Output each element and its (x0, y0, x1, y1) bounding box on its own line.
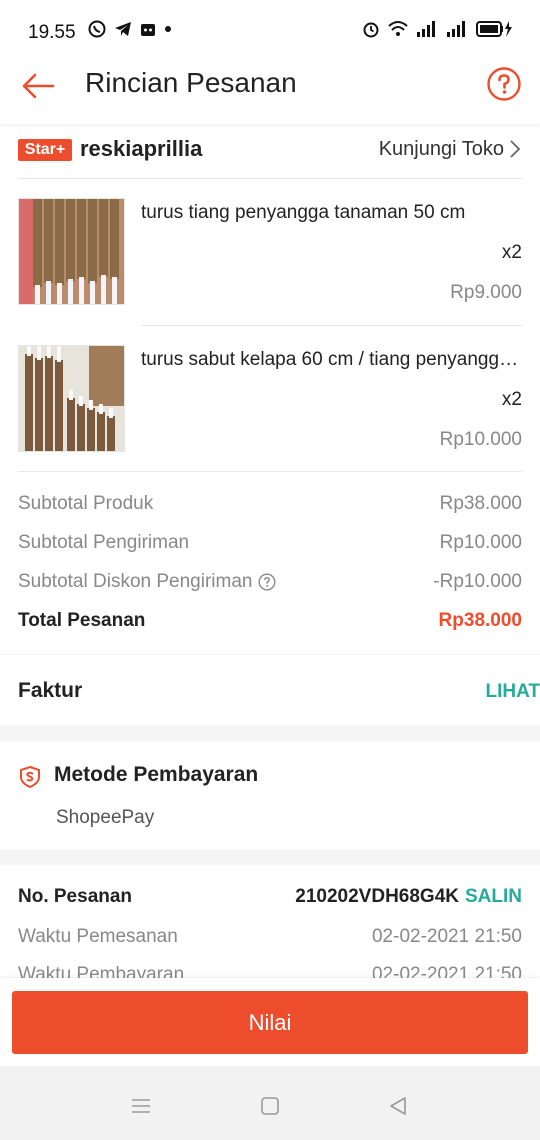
signal-icon (417, 21, 435, 37)
product-price: Rp9.000 (450, 282, 522, 303)
order-number-label: No. Pesanan (18, 886, 133, 907)
copy-order-number-button[interactable]: SALIN (465, 886, 522, 907)
page-title: Rincian Pesanan (85, 67, 297, 98)
order-number-value-wrap: 210202VDH68G4K SALIN (295, 886, 522, 908)
dot-icon (165, 26, 171, 32)
divider (141, 325, 522, 326)
signal-icon-2 (447, 21, 465, 37)
notification-icons (88, 20, 172, 38)
order-time-value: 02-02-2021 21:50 (371, 926, 522, 947)
order-time-row: Waktu Pemesanan 02-02-2021 21:50 (18, 926, 522, 952)
shop-name: reskiaprillia (80, 136, 203, 161)
subtotal-shipping-value: Rp10.000 (439, 532, 522, 553)
subtotal-shipping-row: Subtotal Pengiriman Rp10.000 (18, 532, 522, 558)
telegram-icon (115, 22, 131, 36)
product-quantity: x2 (501, 389, 522, 410)
order-number-value: 210202VDH68G4K (295, 886, 459, 907)
rate-button[interactable]: Nilai (12, 991, 528, 1054)
total-order-label: Total Pesanan (18, 610, 146, 631)
payment-time-label: Waktu Pembayaran (18, 964, 185, 978)
product-price: Rp10.000 (439, 429, 522, 450)
view-invoice-link[interactable]: LIHAT (485, 681, 540, 703)
info-question-icon[interactable] (258, 573, 276, 591)
shipping-discount-label: Subtotal Diskon Pengiriman (18, 571, 253, 592)
order-number-row: No. Pesanan 210202VDH68G4K SALIN (18, 886, 522, 912)
subtotal-product-label: Subtotal Produk (18, 493, 154, 514)
wifi-icon (388, 21, 408, 36)
subtotal-product-row: Subtotal Produk Rp38.000 (18, 493, 522, 519)
divider (18, 178, 522, 179)
product-name: turus sabut kelapa 60 cm / tiang penyang… (141, 349, 521, 370)
payment-time-value: 02-02-2021 21:50 (371, 964, 522, 978)
back-arrow-icon[interactable] (18, 66, 58, 106)
payment-method-value: ShopeePay (56, 807, 155, 828)
subtotal-shipping-label: Subtotal Pengiriman (18, 532, 190, 553)
payment-method-title: Metode Pembayaran (54, 763, 259, 786)
chevron-right-icon (510, 140, 521, 158)
bottom-action-bar: Nilai (0, 978, 540, 1066)
order-items-section: Star+ reskiaprillia Kunjungi Toko turus … (0, 124, 540, 654)
invoice-label: Faktur (18, 679, 83, 702)
shield-s-icon (20, 765, 40, 789)
product-image (18, 198, 125, 305)
visit-shop-link[interactable]: Kunjungi Toko (379, 138, 504, 161)
product-item[interactable]: turus tiang penyangga tanaman 50 cm x2 R… (18, 198, 522, 306)
alarm-icon (363, 22, 379, 38)
payment-method-section: Metode Pembayaran ShopeePay (0, 741, 540, 849)
status-time: 19.55 (28, 22, 76, 43)
home-square-icon[interactable] (259, 1095, 281, 1117)
order-time-label: Waktu Pemesanan (18, 926, 178, 947)
status-bar: 19.55 (0, 0, 540, 62)
order-detail-content[interactable]: Star+ reskiaprillia Kunjungi Toko turus … (0, 124, 540, 978)
product-quantity: x2 (501, 242, 522, 263)
total-order-row: Total Pesanan Rp38.000 (18, 610, 522, 636)
subtotal-product-value: Rp38.000 (439, 493, 522, 514)
whatsapp-icon (88, 20, 106, 38)
product-name: turus tiang penyangga tanaman 50 cm (141, 202, 466, 223)
product-image (18, 345, 125, 452)
star-plus-badge: Star+ (18, 139, 72, 161)
menu-icon[interactable] (130, 1095, 152, 1117)
battery-charging-icon (476, 21, 512, 37)
shipping-discount-value: -Rp10.000 (433, 571, 522, 592)
invoice-section[interactable]: Faktur LIHAT (0, 655, 540, 725)
shop-header[interactable]: Star+ reskiaprillia Kunjungi Toko (18, 130, 522, 170)
tv-app-icon (141, 24, 155, 36)
shipping-discount-row: Subtotal Diskon Pengiriman -Rp10.000 (18, 571, 522, 597)
product-item[interactable]: turus sabut kelapa 60 cm / tiang penyang… (18, 345, 522, 453)
total-order-value: Rp38.000 (438, 610, 522, 631)
shipping-discount-label-wrap: Subtotal Diskon Pengiriman (18, 571, 276, 593)
divider (18, 471, 522, 472)
system-nav-bar (0, 1066, 540, 1140)
help-icon[interactable] (486, 66, 522, 102)
system-icons (362, 20, 514, 38)
back-triangle-icon[interactable] (387, 1095, 409, 1117)
order-info-section: No. Pesanan 210202VDH68G4K SALIN Waktu Pe… (0, 865, 540, 978)
app-bar: Rincian Pesanan (0, 62, 540, 124)
payment-time-row: Waktu Pembayaran 02-02-2021 21:50 (18, 964, 522, 978)
